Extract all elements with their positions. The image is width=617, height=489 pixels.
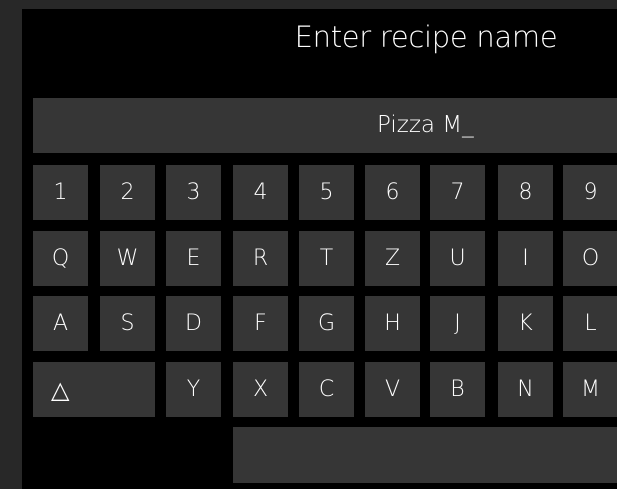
key-5[interactable]: 5 — [299, 165, 354, 220]
key-3[interactable]: 3 — [166, 165, 221, 220]
key-z[interactable]: Z — [365, 231, 420, 286]
key-7[interactable]: 7 — [430, 165, 485, 220]
key-f[interactable]: F — [233, 296, 288, 351]
dialog-title: Enter recipe name — [294, 20, 558, 54]
key-h[interactable]: H — [365, 296, 420, 351]
key-l[interactable]: L — [563, 296, 617, 351]
key-k[interactable]: K — [498, 296, 553, 351]
key-a[interactable]: A — [33, 296, 88, 351]
recipe-name-input[interactable]: Pizza M_ — [33, 98, 617, 153]
key-d[interactable]: D — [166, 296, 221, 351]
key-q[interactable]: Q — [33, 231, 88, 286]
space-bar[interactable] — [233, 427, 617, 483]
key-u[interactable]: U — [430, 231, 485, 286]
key-6[interactable]: 6 — [365, 165, 420, 220]
key-t[interactable]: T — [299, 231, 354, 286]
key-2[interactable]: 2 — [100, 165, 155, 220]
key-g[interactable]: G — [299, 296, 354, 351]
key-o[interactable]: O — [563, 231, 617, 286]
key-m[interactable]: M — [563, 362, 617, 417]
recipe-name-value: Pizza M_ — [377, 112, 474, 138]
shift-key[interactable]: △ — [33, 362, 155, 417]
key-e[interactable]: E — [166, 231, 221, 286]
key-c[interactable]: C — [299, 362, 354, 417]
key-1[interactable]: 1 — [33, 165, 88, 220]
recipe-name-dialog: Enter recipe name Pizza M_ 1 2 3 4 5 6 7… — [22, 9, 617, 489]
key-s[interactable]: S — [100, 296, 155, 351]
key-n[interactable]: N — [498, 362, 553, 417]
shift-triangle-icon: △ — [51, 375, 70, 404]
key-v[interactable]: V — [365, 362, 420, 417]
key-8[interactable]: 8 — [498, 165, 553, 220]
key-9[interactable]: 9 — [563, 165, 617, 220]
key-y[interactable]: Y — [166, 362, 221, 417]
key-w[interactable]: W — [100, 231, 155, 286]
key-r[interactable]: R — [233, 231, 288, 286]
key-j[interactable]: J — [430, 296, 485, 351]
key-i[interactable]: I — [498, 231, 553, 286]
key-b[interactable]: B — [430, 362, 485, 417]
key-x[interactable]: X — [233, 362, 288, 417]
key-4[interactable]: 4 — [233, 165, 288, 220]
